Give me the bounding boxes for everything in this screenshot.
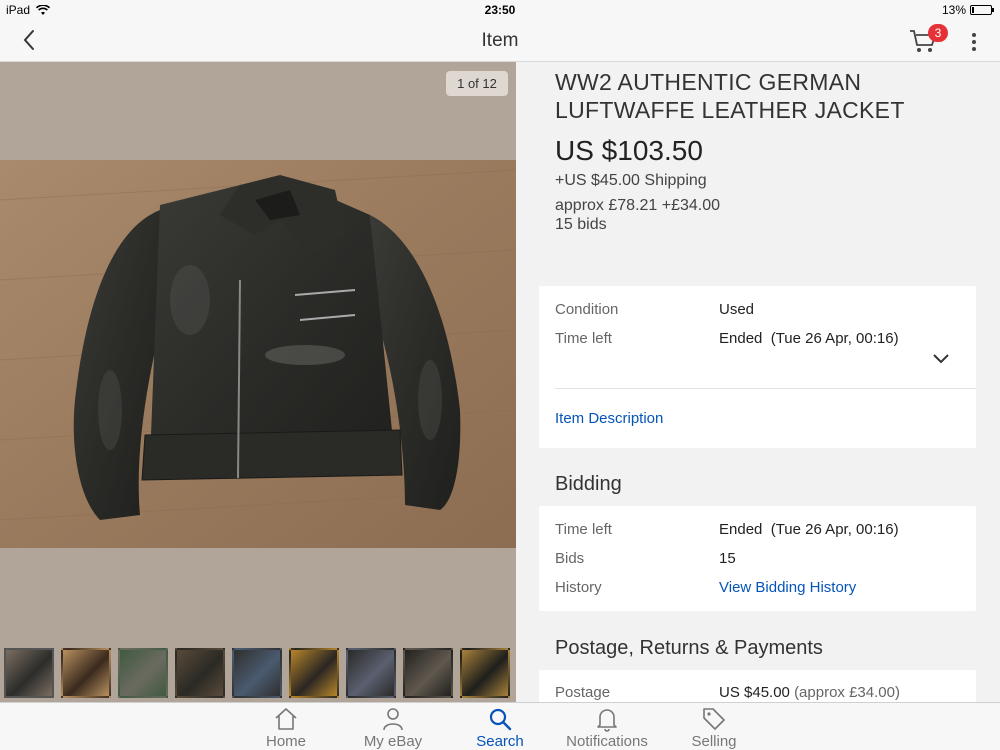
home-icon — [275, 708, 297, 730]
condition-label: Condition — [555, 301, 619, 318]
postage-label: Postage — [555, 684, 611, 701]
thumbnail[interactable] — [118, 648, 168, 698]
divider — [555, 388, 976, 389]
bidding-card: Time left Ended (Tue 26 Apr, 00:16) Bids… — [539, 506, 976, 611]
person-icon — [383, 708, 403, 731]
postage-approx: (approx £34.00) — [794, 684, 900, 701]
item-details: WW2 AUTHENTIC GERMAN LUFTWAFFE LEATHER J… — [516, 62, 1000, 702]
status-right: 13% — [941, 3, 994, 17]
condition-value: Used — [719, 301, 755, 318]
search-icon — [489, 708, 512, 731]
item-description-link[interactable]: Item Description — [555, 410, 663, 427]
tab-search-label: Search — [476, 733, 524, 750]
tab-home[interactable]: Home — [256, 703, 316, 750]
battery-icon — [970, 5, 994, 15]
tab-notifications[interactable]: Notifications — [562, 703, 652, 750]
chevron-down-icon[interactable] — [931, 352, 951, 366]
thumbnail[interactable] — [460, 648, 510, 698]
bid-count: 15 bids — [555, 216, 607, 233]
thumbnail[interactable] — [346, 648, 396, 698]
status-time: 23:50 — [484, 3, 516, 17]
thumbnail[interactable] — [61, 648, 111, 698]
tab-my-ebay-label: My eBay — [363, 733, 423, 750]
nav-title: Item — [481, 30, 519, 51]
tab-selling-label: Selling — [691, 733, 737, 750]
thumbnail[interactable] — [289, 648, 339, 698]
battery-percent: 13% — [941, 3, 966, 17]
history-label: History — [555, 579, 602, 596]
tab-selling[interactable]: Selling — [684, 703, 744, 750]
image-counter: 1 of 12 — [446, 71, 508, 96]
tab-home-label: Home — [265, 733, 306, 750]
thumbnail[interactable] — [232, 648, 282, 698]
item-price: US $103.50 — [555, 135, 703, 166]
tab-bar: Home My eBay Search Notifications Sellin… — [0, 702, 1000, 750]
cart-button[interactable]: 3 — [908, 24, 948, 56]
tab-search[interactable]: Search — [470, 703, 530, 750]
image-gallery[interactable]: 1 of 12 — [0, 62, 516, 702]
nav-bar: Item 3 — [0, 20, 1000, 62]
item-photo[interactable] — [0, 160, 516, 548]
tab-my-ebay[interactable]: My eBay — [358, 703, 428, 750]
battery-fill — [972, 7, 975, 13]
bidding-heading: Bidding — [555, 473, 622, 495]
cart-count-badge: 3 — [928, 24, 948, 42]
postage-value: US $45.00 — [719, 684, 790, 701]
jacket-image — [0, 160, 516, 548]
bell-icon — [597, 709, 617, 732]
approx-price: approx £78.21 +£34.00 — [555, 197, 721, 214]
postage-heading: Postage, Returns & Payments — [555, 637, 823, 659]
tag-icon — [703, 708, 725, 730]
postage-value-line: US $45.00 (approx £34.00) — [719, 684, 900, 701]
postage-card: Postage US $45.00 (approx £34.00) — [539, 670, 976, 702]
time-left-label: Time left — [555, 330, 612, 347]
bids-value: 15 — [719, 550, 736, 567]
time-left-value: Ended (Tue 26 Apr, 00:16) — [719, 330, 899, 347]
thumbnail[interactable] — [175, 648, 225, 698]
view-bidding-history-link[interactable]: View Bidding History — [719, 579, 856, 596]
more-options-icon[interactable] — [964, 30, 984, 54]
item-title: WW2 AUTHENTIC GERMAN LUFTWAFFE LEATHER J… — [555, 69, 905, 123]
summary-card: Condition Used Time left Ended (Tue 26 A… — [539, 286, 976, 448]
tab-notifications-label: Notifications — [566, 733, 648, 750]
bids-label: Bids — [555, 550, 585, 567]
thumbnail[interactable] — [4, 648, 54, 698]
status-bar: iPad 23:50 13% — [0, 0, 1000, 20]
shipping-cost: +US $45.00 Shipping — [555, 172, 707, 189]
bidding-time-left-label: Time left — [555, 521, 612, 538]
bidding-time-left-value: Ended (Tue 26 Apr, 00:16) — [719, 521, 899, 538]
thumbnail[interactable] — [403, 648, 453, 698]
thumbnail-strip — [0, 648, 516, 700]
